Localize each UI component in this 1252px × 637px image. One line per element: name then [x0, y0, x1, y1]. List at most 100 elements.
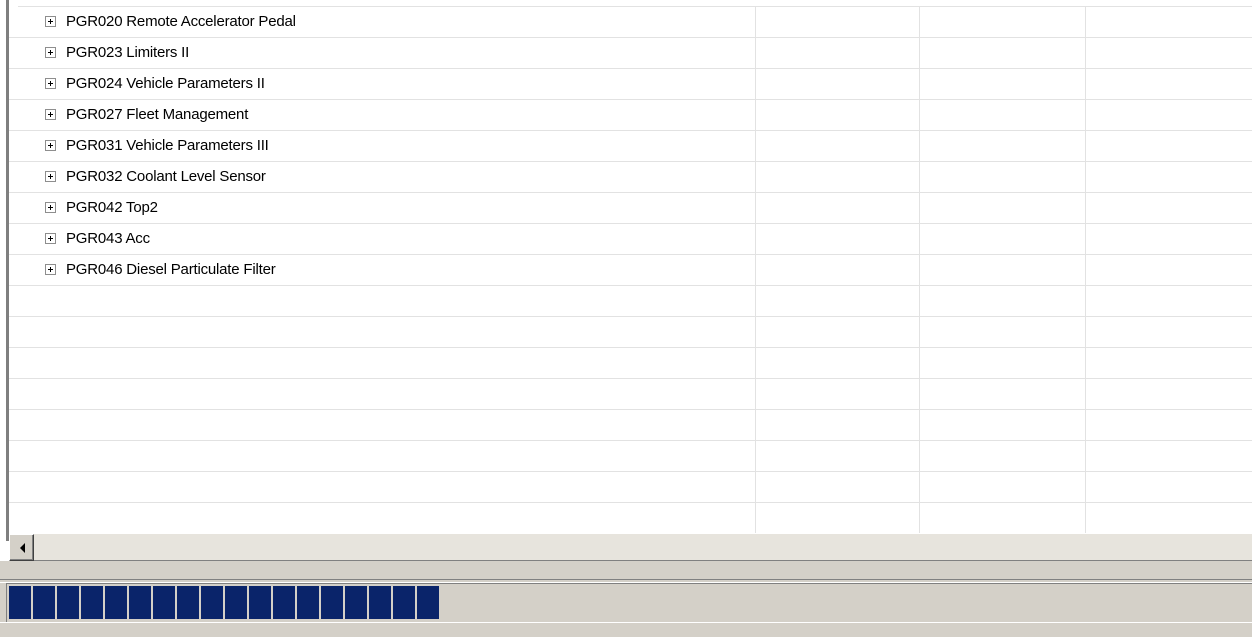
plus-box-icon[interactable] [45, 16, 56, 27]
horizontal-scrollbar[interactable] [9, 533, 1252, 561]
empty-row [9, 348, 1252, 379]
grid-cell-col-1 [756, 38, 920, 68]
grid-cell-col-3 [1086, 379, 1252, 409]
grid-cell-col-0 [9, 503, 756, 533]
tree-row-label: PGR020 Remote Accelerator Pedal [66, 13, 296, 30]
progress-block [393, 586, 415, 619]
grid-cell-col-2 [920, 441, 1086, 471]
grid-cell-col-3 [1086, 38, 1252, 68]
grid-cell-col-3 [1086, 503, 1252, 533]
grid-cell-col-2 [920, 503, 1086, 533]
plus-box-icon[interactable] [45, 233, 56, 244]
tree-row-label: PGR046 Diesel Particulate Filter [66, 261, 276, 278]
grid-left-border [0, 0, 9, 541]
grid-cell-col-2 [920, 348, 1086, 378]
progress-block [153, 586, 175, 619]
grid-cell-col-3 [1086, 472, 1252, 502]
grid-cell-col-0: PGR020 Remote Accelerator Pedal [9, 7, 756, 37]
grid-cell-col-2 [920, 286, 1086, 316]
plus-box-icon[interactable] [45, 109, 56, 120]
grid-cell-col-1 [756, 100, 920, 130]
scroll-left-button[interactable] [9, 534, 34, 561]
grid-cell-col-2 [920, 193, 1086, 223]
grid-cell-col-0 [9, 286, 756, 316]
tree-row[interactable]: PGR042 Top2 [9, 193, 1252, 224]
empty-row [9, 317, 1252, 348]
plus-box-icon[interactable] [45, 140, 56, 151]
grid-cell-col-0: PGR023 Limiters II [9, 38, 756, 68]
grid-cell-col-2 [920, 162, 1086, 192]
grid-cell-col-1 [756, 224, 920, 254]
progress-block [249, 586, 271, 619]
scroll-track[interactable] [34, 534, 1252, 561]
plus-box-icon[interactable] [45, 47, 56, 58]
tree-row-label: PGR042 Top2 [66, 199, 158, 216]
grid-cell-col-3 [1086, 7, 1252, 37]
grid-cell-col-1 [756, 69, 920, 99]
progress-bar [6, 583, 1252, 622]
grid-cell-col-3 [1086, 131, 1252, 161]
plus-box-icon[interactable] [45, 264, 56, 275]
plus-box-icon[interactable] [45, 202, 56, 213]
progress-block [57, 586, 79, 619]
grid-cell-col-0: PGR031 Vehicle Parameters III [9, 131, 756, 161]
grid-cell-col-3 [1086, 100, 1252, 130]
plus-box-icon[interactable] [45, 78, 56, 89]
grid-cell-col-0: PGR043 Acc [9, 224, 756, 254]
progress-block [177, 586, 199, 619]
progress-block [417, 586, 439, 619]
progress-block [225, 586, 247, 619]
grid-cell-col-1 [756, 441, 920, 471]
parameter-group-grid: PGR020 Remote Accelerator Pedal PGR023 Li… [9, 0, 1252, 533]
grid-cell-col-1 [756, 317, 920, 347]
grid-cell-col-0 [9, 348, 756, 378]
progress-block [297, 586, 319, 619]
tree-row[interactable]: PGR031 Vehicle Parameters III [9, 131, 1252, 162]
progress-block [273, 586, 295, 619]
grid-cell-col-0 [9, 410, 756, 440]
arrow-left-icon [20, 543, 25, 553]
grid-cell-col-1 [756, 472, 920, 502]
grid-cell-col-2 [920, 379, 1086, 409]
grid-cell-col-0: PGR027 Fleet Management [9, 100, 756, 130]
progress-block [105, 586, 127, 619]
grid-cell-col-2 [920, 410, 1086, 440]
grid-cell-col-3 [1086, 348, 1252, 378]
grid-cell-col-2 [920, 7, 1086, 37]
grid-cell-col-2 [920, 224, 1086, 254]
tree-row[interactable]: PGR046 Diesel Particulate Filter [9, 255, 1252, 286]
progress-block [33, 586, 55, 619]
grid-cell-col-1 [756, 348, 920, 378]
grid-cell-col-2 [920, 38, 1086, 68]
tree-row[interactable]: PGR032 Coolant Level Sensor [9, 162, 1252, 193]
grid-cell-col-1 [756, 162, 920, 192]
grid-cell-col-0 [9, 317, 756, 347]
grid-cell-col-3 [1086, 69, 1252, 99]
grid-cell-col-2 [920, 131, 1086, 161]
grid-cell-col-0 [9, 441, 756, 471]
tree-row[interactable]: PGR020 Remote Accelerator Pedal [9, 7, 1252, 38]
tree-row-label: PGR023 Limiters II [66, 44, 190, 61]
grid-cell-col-3 [1086, 255, 1252, 285]
grid-cell-col-1 [756, 379, 920, 409]
grid-cell-col-1 [756, 193, 920, 223]
tree-row-label: PGR024 Vehicle Parameters II [66, 75, 265, 92]
grid-cell-col-3 [1086, 441, 1252, 471]
progress-block [369, 586, 391, 619]
grid-cell-col-0 [9, 379, 756, 409]
tree-row[interactable]: PGR043 Acc [9, 224, 1252, 255]
plus-box-icon[interactable] [45, 171, 56, 182]
empty-row [9, 472, 1252, 503]
grid-cell-col-3 [1086, 162, 1252, 192]
empty-row [9, 503, 1252, 533]
grid-cell-col-1 [756, 410, 920, 440]
empty-row [9, 410, 1252, 441]
grid-cell-col-1 [756, 7, 920, 37]
progress-block [81, 586, 103, 619]
grid-cell-col-2 [920, 69, 1086, 99]
tree-row[interactable]: PGR024 Vehicle Parameters II [9, 69, 1252, 100]
grid-cell-col-3 [1086, 224, 1252, 254]
tree-row[interactable]: PGR027 Fleet Management [9, 100, 1252, 131]
grid-cell-col-2 [920, 100, 1086, 130]
tree-row[interactable]: PGR023 Limiters II [9, 38, 1252, 69]
